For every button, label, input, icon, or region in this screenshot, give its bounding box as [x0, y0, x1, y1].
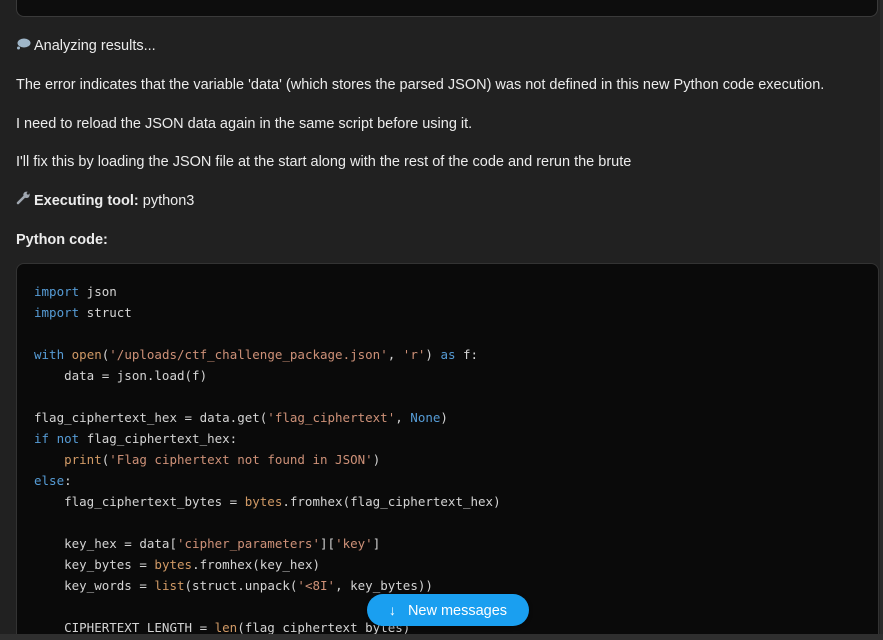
message-paragraph-1: The error indicates that the variable 'd… [16, 77, 825, 93]
code-token: 'Flag ciphertext not found in JSON' [109, 452, 373, 467]
code-token: 'r' [402, 347, 426, 362]
code-token: , [387, 347, 403, 362]
code-token: flag_ciphertext_hex: [79, 431, 238, 446]
wrench-icon [16, 191, 34, 211]
code-token: not [56, 431, 80, 446]
code-token: print [64, 452, 102, 467]
code-line: flag_ciphertext_bytes = bytes.fromhex(fl… [34, 491, 501, 512]
code-token: key_bytes = [34, 557, 155, 572]
new-messages-label: New messages [407, 603, 508, 619]
code-line: key_words = list(struct.unpack('<8I', ke… [34, 575, 501, 596]
code-token: CIPHERTEXT_LENGTH = [34, 620, 215, 635]
code-token: import [34, 305, 80, 320]
new-messages-button[interactable]: ↓ New messages [367, 594, 529, 626]
code-token: with [34, 347, 65, 362]
thought-bubble-icon [16, 36, 34, 56]
code-token: key_words = [34, 578, 155, 593]
code-token: json [79, 284, 117, 299]
code-line: data = json.load(f) [34, 365, 501, 386]
code-token: , key_bytes)) [335, 578, 433, 593]
code-token: ] [372, 536, 381, 551]
analyzing-status: Analyzing results... [16, 36, 156, 56]
code-line: else: [34, 470, 501, 491]
code-content: import json import struct with open('/uplo… [34, 281, 501, 638]
code-token: (struct.unpack( [184, 578, 298, 593]
tool-name: python3 [142, 193, 195, 209]
code-token: : [64, 473, 72, 488]
code-line: import struct [34, 302, 501, 323]
code-line: flag_ciphertext_hex = data.get('flag_cip… [34, 407, 501, 428]
code-token: import [34, 284, 80, 299]
bottom-edge [0, 634, 883, 640]
code-token: bytes [244, 494, 283, 509]
code-token: list [154, 578, 185, 593]
arrow-down-icon: ↓ [388, 602, 396, 618]
code-token: '<8I' [297, 578, 336, 593]
code-line: key_bytes = bytes.fromhex(key_hex) [34, 554, 501, 575]
code-token: 'flag_ciphertext' [267, 410, 396, 425]
code-label: Python code: [16, 232, 108, 248]
tool-label: Executing tool: [34, 193, 139, 209]
code-line: with open('/uploads/ctf_challenge_packag… [34, 344, 501, 365]
code-token: f: [455, 347, 479, 362]
code-token: len [214, 620, 238, 635]
code-token: None [410, 410, 441, 425]
code-line: key_hex = data['cipher_parameters']['key… [34, 533, 501, 554]
code-token: ][ [320, 536, 336, 551]
code-token: bytes [154, 557, 193, 572]
code-line: if not flag_ciphertext_hex: [34, 428, 501, 449]
code-token: key_hex = data[ [34, 536, 177, 551]
analyzing-text: Analyzing results... [34, 38, 156, 54]
code-token: data = json.load(f) [34, 368, 208, 383]
code-line: print('Flag ciphertext not found in JSON… [34, 449, 501, 470]
code-token: struct [79, 305, 132, 320]
code-token: flag_ciphertext_hex = data.get( [34, 410, 268, 425]
code-token: .fromhex(key_hex) [192, 557, 320, 572]
code-token: else [34, 473, 65, 488]
code-token: open [71, 347, 102, 362]
tool-execution-line: Executing tool: python3 [16, 191, 194, 211]
code-token: ) [372, 452, 381, 467]
code-token: '/uploads/ctf_challenge_package.json' [109, 347, 388, 362]
code-token: .fromhex(flag_ciphertext_hex) [282, 494, 501, 509]
code-token: flag_ciphertext_bytes = [34, 494, 245, 509]
message-paragraph-3: I'll fix this by loading the JSON file a… [16, 154, 632, 170]
code-token: ) [425, 347, 441, 362]
code-line: import json [34, 281, 501, 302]
previous-code-block [16, 0, 878, 17]
code-token: as [440, 347, 456, 362]
message-paragraph-2: I need to reload the JSON data again in … [16, 116, 473, 132]
code-token: if [34, 431, 50, 446]
code-token: 'cipher_parameters' [177, 536, 320, 551]
code-token: 'key' [335, 536, 373, 551]
code-token: ) [440, 410, 448, 425]
python-code-block[interactable]: import json import struct with open('/uplo… [16, 263, 879, 640]
code-token: , [395, 410, 411, 425]
